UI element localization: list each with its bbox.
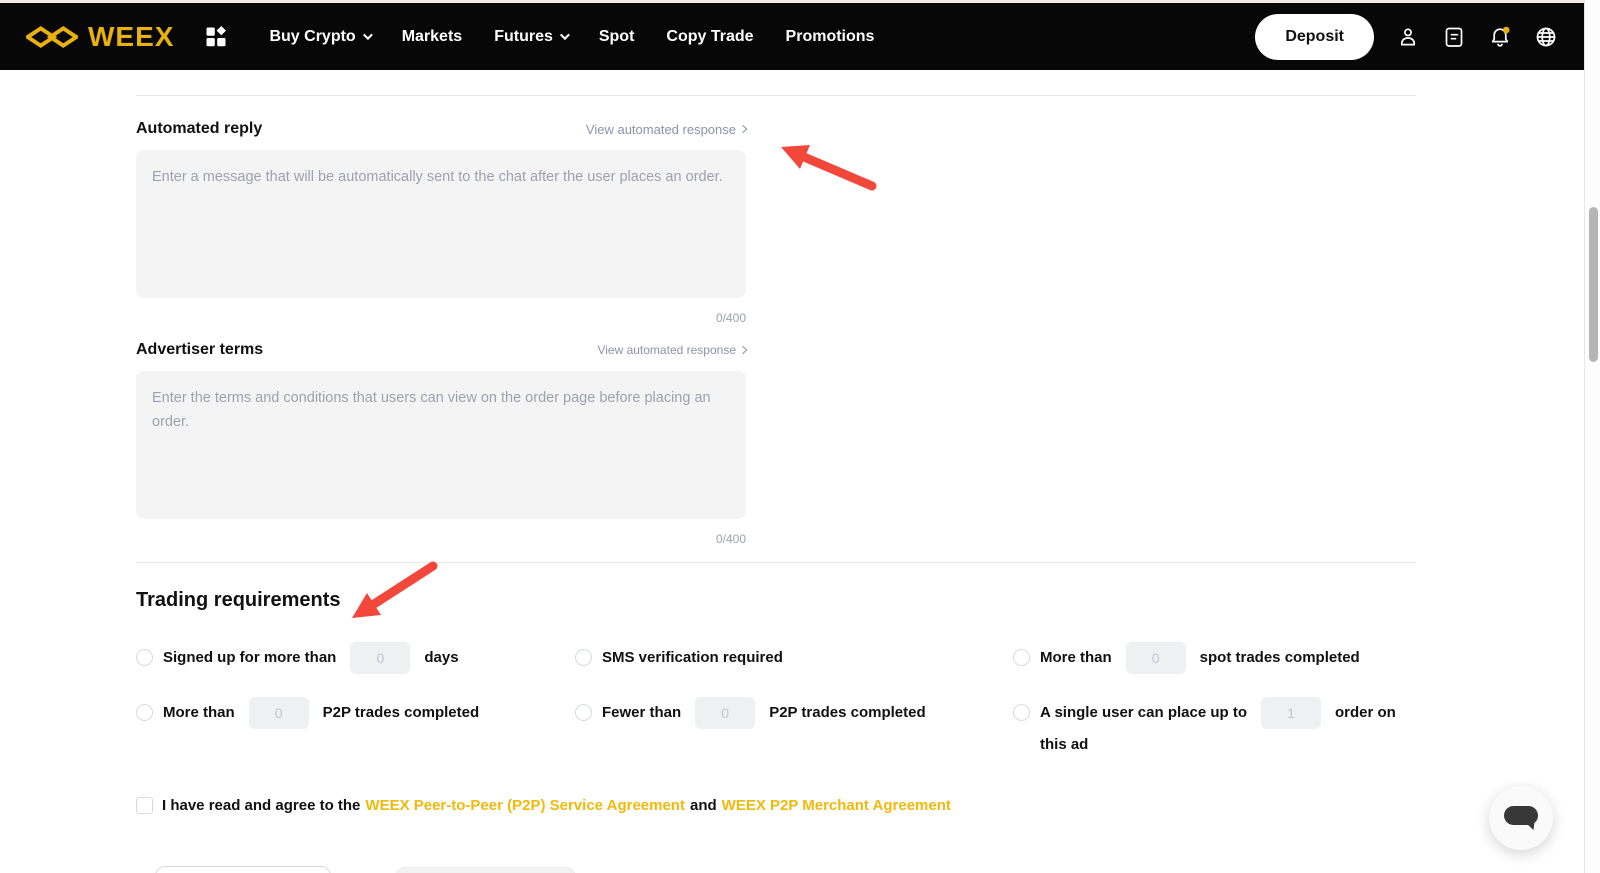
req-spot-trades: More thanspot trades completed — [1013, 642, 1416, 674]
nav-item-markets[interactable]: Markets — [386, 3, 478, 70]
apps-grid-icon[interactable] — [206, 26, 227, 47]
p2p-merchant-agreement-link[interactable]: WEEX P2P Merchant Agreement — [722, 797, 951, 814]
nav-item-spot[interactable]: Spot — [583, 3, 651, 70]
previous-step-button[interactable] — [155, 866, 331, 873]
agreement-and-text: and — [690, 797, 717, 814]
advertiser-terms-counter: 0/400 — [136, 532, 746, 546]
chevron-right-icon — [739, 346, 747, 354]
notifications-icon[interactable] — [1488, 25, 1512, 49]
view-automated-response-link[interactable]: View automated response — [586, 122, 746, 137]
radio-single-user-orders[interactable] — [1013, 704, 1030, 721]
spot-trades-input[interactable] — [1126, 642, 1186, 674]
top-nav: WEEX Buy Crypto Markets Futures — [0, 3, 1584, 70]
trading-requirements-title: Trading requirements — [136, 589, 1416, 612]
user-icon[interactable] — [1396, 25, 1420, 49]
automated-reply-counter: 0/400 — [136, 311, 746, 325]
order-limit-input[interactable] — [1261, 697, 1321, 729]
req-fewer-p2p-trades: Fewer thanP2P trades completed — [575, 697, 1013, 761]
req-signed-up-days: Signed up for more thandays — [136, 642, 575, 674]
deposit-button[interactable]: Deposit — [1255, 14, 1374, 60]
weex-logo[interactable]: WEEX — [26, 21, 174, 53]
section-divider — [136, 95, 1416, 96]
trading-requirements-grid: Signed up for more thandays SMS verifica… — [136, 642, 1416, 761]
radio-spot-trades[interactable] — [1013, 649, 1030, 666]
post-ad-button[interactable] — [395, 867, 576, 873]
radio-more-p2p-trades[interactable] — [136, 704, 153, 721]
automated-reply-textarea[interactable] — [136, 150, 746, 298]
chat-bubble-icon — [1502, 803, 1540, 833]
req-sms-verification: SMS verification required — [575, 642, 1013, 674]
radio-signed-up-days[interactable] — [136, 649, 153, 666]
radio-fewer-p2p-trades[interactable] — [575, 704, 592, 721]
agreement-checkbox[interactable] — [136, 797, 153, 814]
agreement-text: I have read and agree to the — [162, 797, 360, 814]
chevron-down-icon — [363, 30, 373, 40]
more-p2p-trades-input[interactable] — [249, 697, 309, 729]
nav-item-copy-trade[interactable]: Copy Trade — [650, 3, 769, 70]
nav-item-futures[interactable]: Futures — [478, 3, 583, 70]
advertiser-terms-textarea[interactable] — [136, 371, 746, 519]
language-globe-icon[interactable] — [1534, 25, 1558, 49]
days-input[interactable] — [350, 642, 410, 674]
req-single-user-orders: A single user can place up toorder on th… — [1013, 697, 1416, 761]
p2p-post-ad-page: WEEX Buy Crypto Markets Futures — [0, 0, 1600, 873]
advertiser-terms-title: Advertiser terms — [136, 341, 263, 359]
brand-name: WEEX — [88, 21, 174, 53]
chevron-right-icon — [739, 125, 747, 133]
nav-item-promotions[interactable]: Promotions — [770, 3, 891, 70]
notification-dot — [1503, 26, 1510, 33]
form-content: Automated reply View automated response … — [136, 70, 1416, 814]
p2p-service-agreement-link[interactable]: WEEX Peer-to-Peer (P2P) Service Agreemen… — [365, 797, 685, 814]
radio-sms-verification[interactable] — [575, 649, 592, 666]
scrollbar-thumb[interactable] — [1589, 207, 1598, 362]
automated-reply-title: Automated reply — [136, 120, 262, 138]
support-chat-button[interactable] — [1489, 786, 1553, 850]
nav-item-buy-crypto[interactable]: Buy Crypto — [253, 3, 385, 70]
req-more-p2p-trades: More thanP2P trades completed — [136, 697, 575, 761]
weex-logo-icon — [26, 25, 78, 49]
agreement-row: I have read and agree to the WEEX Peer-to… — [136, 797, 1416, 814]
orders-icon[interactable] — [1442, 25, 1466, 49]
page-scrollbar[interactable] — [1584, 0, 1600, 873]
fewer-p2p-trades-input[interactable] — [695, 697, 755, 729]
nav-menu: Buy Crypto Markets Futures Spot Copy Tra… — [253, 3, 890, 70]
section-divider — [136, 562, 1416, 563]
view-automated-response-link-2[interactable]: View automated response — [597, 343, 746, 357]
chevron-down-icon — [560, 30, 570, 40]
